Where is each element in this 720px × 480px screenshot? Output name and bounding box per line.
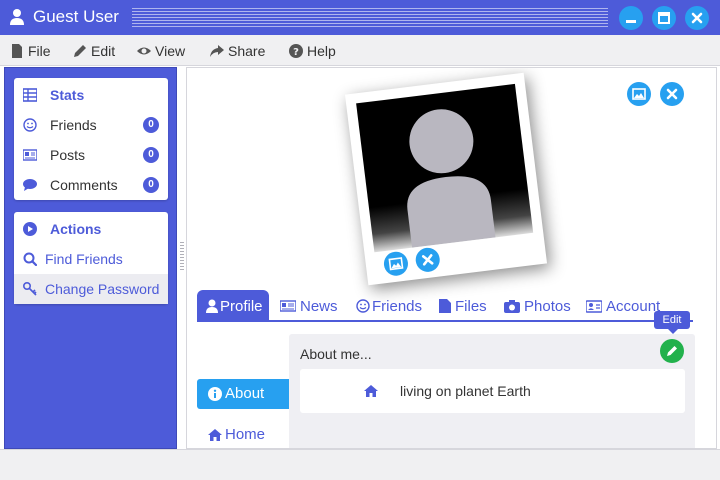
tab-news[interactable]: News (278, 290, 344, 322)
sidebar-item-comments[interactable]: Comments 0 (14, 170, 168, 200)
tab-label: Account (606, 298, 661, 315)
user-icon (10, 8, 24, 26)
menu-edit-label: Edit (91, 43, 116, 59)
actions-header-label: Actions (50, 221, 102, 237)
sidebar-item-label: Friends (50, 117, 97, 133)
home-icon (208, 428, 222, 442)
share-icon (210, 44, 224, 58)
tab-label: Friends (372, 298, 423, 315)
info-icon (208, 387, 222, 401)
subnav-home-label: Home (225, 426, 266, 443)
avatar[interactable] (356, 83, 534, 253)
tab-profile[interactable]: Profile (197, 290, 269, 322)
posts-count-badge: 0 (143, 147, 159, 163)
menu-edit[interactable]: Edit (73, 42, 117, 60)
sidebar-item-label: Change Password (45, 281, 160, 297)
smile-icon (356, 299, 370, 313)
about-home-text: living on planet Earth (400, 383, 531, 399)
help-icon: ? (289, 44, 303, 58)
maximize-button[interactable] (652, 6, 676, 30)
comments-count-badge: 0 (143, 177, 159, 193)
sidebar: Stats Friends 0 Posts 0 Comments 0 Actio… (4, 67, 177, 449)
camera-icon (504, 299, 520, 313)
menu-file[interactable]: File (10, 42, 54, 60)
user-icon (205, 299, 219, 313)
tab-photos[interactable]: Photos (502, 290, 578, 322)
status-bar (0, 449, 720, 480)
subnav-home[interactable]: Home (197, 424, 289, 448)
profile-photo-frame (344, 72, 548, 286)
sidebar-item-posts[interactable]: Posts 0 (14, 140, 168, 170)
stats-header-label: Stats (50, 87, 85, 103)
edit-about-button[interactable] (660, 339, 684, 363)
profile-tabs: Profile News Friends Files Photos Accoun… (197, 290, 693, 322)
sidebar-item-friends[interactable]: Friends 0 (14, 110, 168, 140)
menu-view-label: View (155, 43, 186, 59)
stats-header[interactable]: Stats (14, 80, 168, 110)
stats-panel: Stats Friends 0 Posts 0 Comments 0 (14, 78, 168, 200)
play-circle-icon (23, 222, 37, 236)
sidebar-item-label: Find Friends (45, 251, 123, 267)
tab-files[interactable]: Files (437, 290, 495, 322)
close-button[interactable] (685, 6, 709, 30)
menu-view[interactable]: View (137, 42, 191, 60)
home-icon (364, 384, 378, 398)
tab-friends[interactable]: Friends (354, 290, 430, 322)
tab-label: Photos (524, 298, 571, 315)
main-content: Profile News Friends Files Photos Accoun… (186, 67, 717, 449)
menu-share-label: Share (228, 43, 266, 59)
table-icon (22, 88, 38, 102)
eye-icon (137, 44, 151, 58)
about-home-row: living on planet Earth (300, 369, 685, 413)
file-icon (439, 299, 453, 313)
sidebar-item-change-password[interactable]: Change Password (14, 274, 168, 304)
menu-bar: File Edit View Share ? Help (0, 35, 720, 66)
id-card-icon (585, 299, 603, 313)
about-title: About me... (300, 346, 372, 362)
tab-label: News (300, 298, 338, 315)
menu-help[interactable]: ? Help (289, 42, 339, 60)
edit-tooltip: Edit (654, 311, 690, 329)
search-icon (23, 252, 38, 267)
window-title: Guest User (33, 7, 119, 26)
sidebar-item-find-friends[interactable]: Find Friends (14, 244, 168, 274)
about-section: About me... living on planet Earth (289, 334, 695, 448)
tab-label: Profile (220, 298, 263, 315)
sidebar-splitter[interactable] (180, 242, 184, 272)
subnav-about-label: About (225, 385, 265, 402)
remove-cover-button[interactable] (660, 82, 684, 106)
sidebar-item-label: Comments (50, 177, 118, 193)
remove-photo-button[interactable] (414, 246, 442, 274)
edit-tooltip-arrow (668, 329, 678, 334)
title-bar-grip[interactable] (132, 8, 608, 27)
key-icon (22, 281, 37, 296)
svg-text:?: ? (293, 47, 299, 58)
menu-file-label: File (28, 43, 51, 59)
menu-share[interactable]: Share (210, 42, 270, 60)
actions-panel: Actions Find Friends Change Password (14, 212, 168, 304)
comment-icon (23, 178, 37, 192)
actions-header[interactable]: Actions (14, 214, 168, 244)
newspaper-icon (279, 299, 297, 313)
change-photo-button[interactable] (382, 250, 410, 278)
pencil-icon (73, 44, 87, 58)
change-cover-button[interactable] (627, 82, 651, 106)
minimize-button[interactable] (619, 6, 643, 30)
menu-help-label: Help (307, 43, 336, 59)
friends-count-badge: 0 (143, 117, 159, 133)
title-bar: Guest User (0, 0, 720, 35)
smile-icon (23, 118, 37, 132)
subnav-about[interactable]: About (197, 379, 289, 409)
file-icon (10, 44, 24, 58)
newspaper-icon (22, 148, 38, 162)
tab-label: Files (455, 298, 487, 315)
sidebar-item-label: Posts (50, 147, 86, 163)
